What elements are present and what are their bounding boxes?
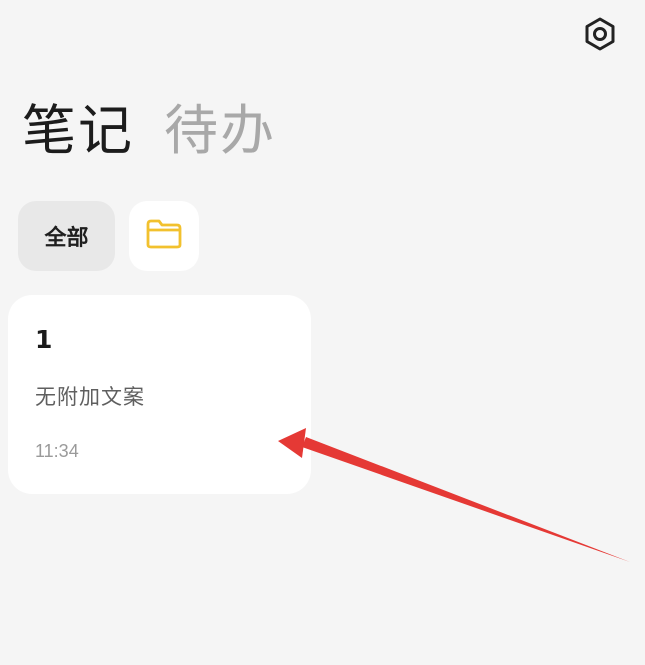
folder-button[interactable] xyxy=(129,201,199,271)
filter-all-label: 全部 xyxy=(44,226,89,251)
note-body: 无附加文案 xyxy=(35,385,145,409)
folder-icon xyxy=(145,218,183,254)
note-time: 11:34 xyxy=(35,441,79,461)
tab-notes[interactable]: 笔记 xyxy=(22,96,134,166)
tab-todo[interactable]: 待办 xyxy=(164,96,276,166)
note-title: 1 xyxy=(35,325,53,354)
settings-button[interactable] xyxy=(578,14,622,58)
filter-all-chip[interactable]: 全部 xyxy=(18,201,115,271)
top-tabs: 笔记 待办 xyxy=(22,96,276,166)
gear-icon xyxy=(582,16,618,56)
note-card[interactable]: 1 无附加文案 11:34 xyxy=(8,295,311,494)
folder-filter-row: 全部 xyxy=(18,201,199,271)
